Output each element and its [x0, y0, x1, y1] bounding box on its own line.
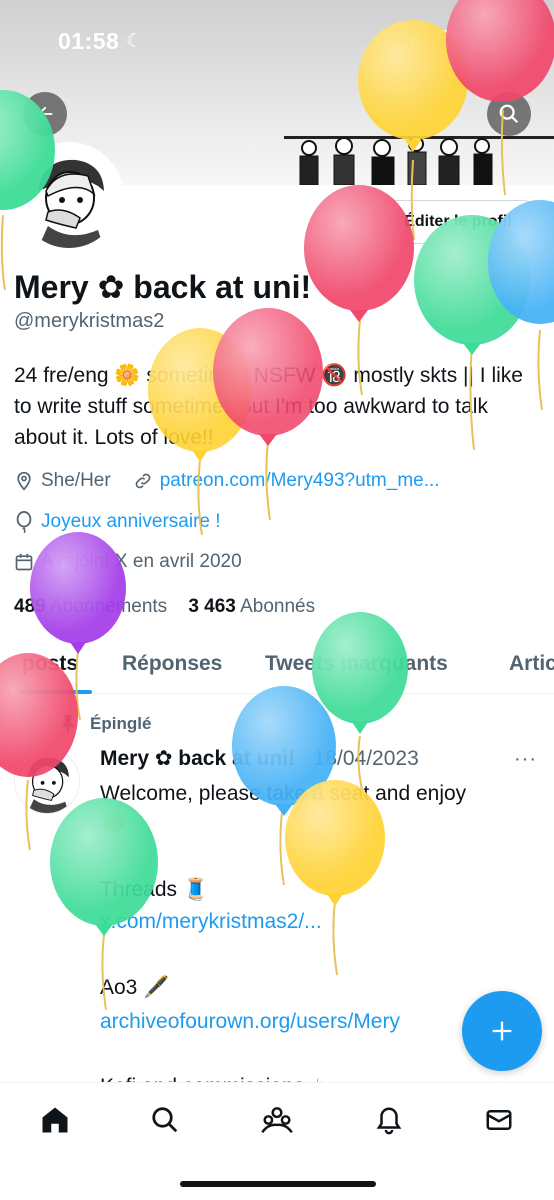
- profile-joined-date: A rejoint X en avril 2020: [41, 551, 242, 572]
- search-icon: [152, 1107, 178, 1133]
- following-link[interactable]: 489 Abonnements: [14, 596, 167, 617]
- tweet-date[interactable]: · 18/04/2023: [301, 747, 419, 770]
- search-button[interactable]: [487, 92, 531, 136]
- tab-articles[interactable]: Artic: [509, 652, 554, 676]
- tweet-link[interactable]: archiveofourown.org/users/Mery: [100, 1010, 400, 1034]
- avatar-illustration: [18, 146, 120, 248]
- location-pin-icon: [17, 471, 31, 491]
- moon-icon: ☾: [126, 31, 144, 52]
- status-bar: 01:58 ☾: [0, 0, 554, 80]
- profile-website-link[interactable]: patreon.com/Mery493?utm_me...: [160, 470, 440, 492]
- followers-label: Abonnés: [240, 596, 316, 617]
- tab-highlights[interactable]: Tweets marquants: [265, 652, 448, 676]
- pinned-label-row: Épinglé: [60, 714, 151, 734]
- tab-replies[interactable]: Réponses: [122, 652, 222, 676]
- tweet-more-icon[interactable]: ···: [514, 748, 537, 771]
- profile-bio: 24 fre/eng 🌼 sometimes NSFW 🔞 mostly skt…: [14, 364, 523, 449]
- nav-messages[interactable]: [482, 1103, 516, 1137]
- pinned-label: Épinglé: [90, 714, 152, 733]
- profile-birthday-link[interactable]: Joyeux anniversaire !: [41, 511, 221, 533]
- profile-pronouns: She/Her: [41, 470, 111, 491]
- profile-tabs: posts Réponses Tweets marquants Artic: [0, 636, 554, 694]
- tweet-author-name[interactable]: Mery ✿ back at uni!: [100, 747, 295, 770]
- calendar-icon: [15, 553, 33, 571]
- follow-counts: 489 Abonnements 3 463 Abonnés: [14, 596, 315, 618]
- nav-communities[interactable]: [260, 1103, 294, 1137]
- tweet-text-line: Threads 🧵: [100, 878, 210, 901]
- search-icon: [499, 104, 519, 124]
- pin-icon: [62, 714, 74, 734]
- signal-icon: [396, 34, 421, 50]
- link-icon: [135, 473, 151, 489]
- tweet-text-line: Welcome, please take a seat and enjoy: [100, 782, 467, 805]
- communities-icon: [261, 1107, 293, 1134]
- tweet-author-avatar[interactable]: [14, 748, 80, 814]
- profile-birthday-row: Joyeux anniversaire !: [14, 511, 221, 533]
- status-time: 01:58: [58, 28, 120, 54]
- edit-profile-button[interactable]: Éditer le profil: [372, 200, 544, 244]
- compose-button[interactable]: [462, 991, 542, 1071]
- arrow-left-icon: [37, 106, 53, 122]
- tweet-text-line: Ao3 🖋️: [100, 976, 170, 999]
- home-icon: [42, 1107, 68, 1133]
- wifi-icon: [432, 30, 458, 48]
- active-tab-indicator: [20, 690, 92, 694]
- followers-count: 3 463: [188, 596, 236, 617]
- tab-posts[interactable]: posts: [22, 652, 78, 676]
- nav-search[interactable]: [148, 1103, 182, 1137]
- battery-icon: [470, 33, 510, 50]
- profile-avatar[interactable]: [14, 142, 124, 252]
- mail-icon: [486, 1110, 512, 1130]
- back-button[interactable]: [23, 92, 67, 136]
- balloon: [285, 780, 385, 976]
- balloon-icon: [16, 511, 32, 533]
- followers-link[interactable]: 3 463 Abonnés: [188, 596, 315, 617]
- profile-name: Mery ✿ back at uni!: [14, 269, 312, 305]
- following-label: Abonnements: [49, 596, 168, 617]
- tweet-link[interactable]: x.com/merykristmas2/...: [100, 910, 322, 934]
- tweet-text-line: 🌼: [100, 812, 127, 835]
- profile-joined-row: A rejoint X en avril 2020: [14, 551, 242, 573]
- avatar-illustration: [15, 749, 79, 813]
- tweet-header: Mery ✿ back at uni! · 18/04/2023: [100, 746, 419, 771]
- nav-home[interactable]: [38, 1103, 72, 1137]
- home-indicator: [180, 1181, 376, 1187]
- profile-meta-row: She/Her patreon.com/Mery493?utm_me...: [14, 470, 440, 492]
- following-count: 489: [14, 596, 46, 617]
- profile-handle: @merykristmas2: [14, 310, 165, 332]
- nav-notifications[interactable]: [372, 1103, 406, 1137]
- bell-icon: [376, 1107, 402, 1135]
- plus-icon: [492, 1021, 512, 1041]
